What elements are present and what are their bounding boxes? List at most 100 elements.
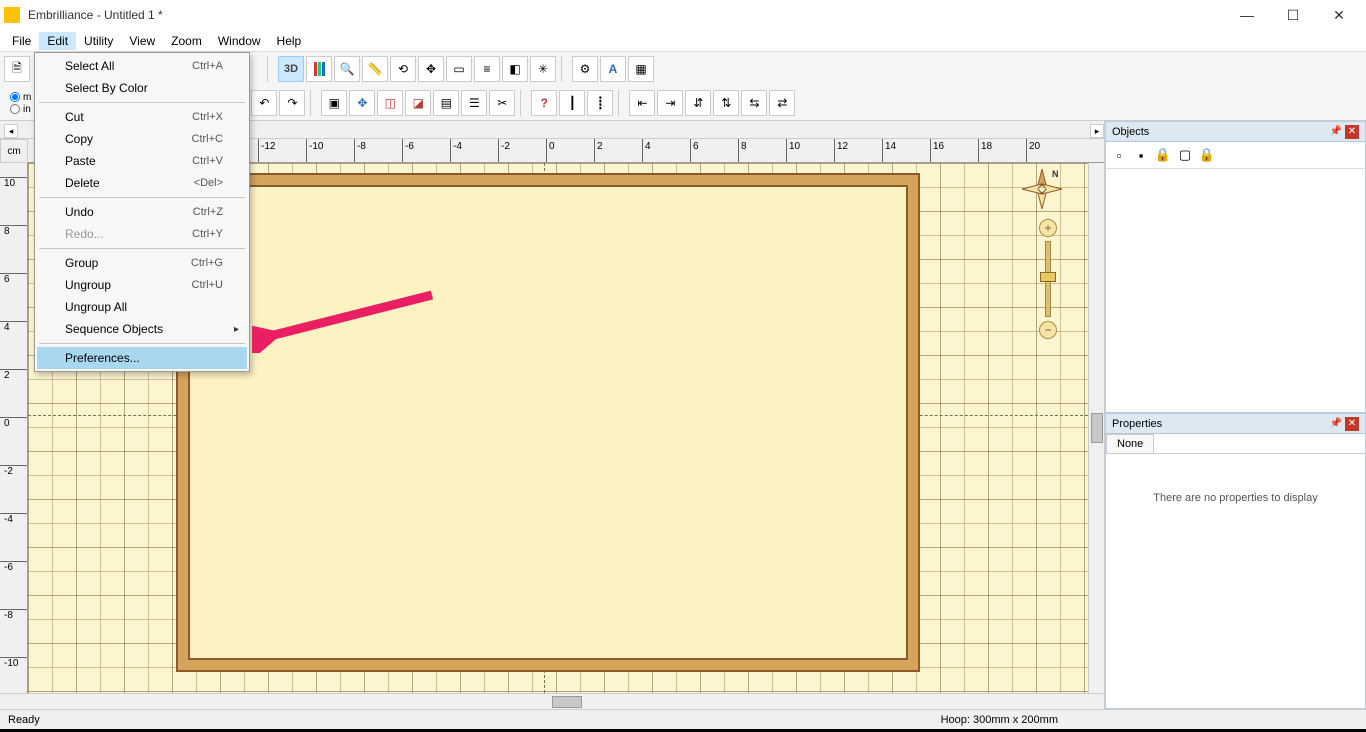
- close-icon[interactable]: ✕: [1345, 417, 1359, 431]
- align-center-icon[interactable]: ▣: [321, 90, 347, 116]
- mode-radio-1[interactable]: m: [10, 92, 31, 103]
- vscroll-thumb[interactable]: [1091, 413, 1103, 443]
- horizontal-scrollbar[interactable]: [0, 693, 1104, 709]
- menu-item-delete[interactable]: Delete<Del>: [37, 172, 247, 194]
- menu-item-copy[interactable]: CopyCtrl+C: [37, 128, 247, 150]
- snap-v-icon[interactable]: ⇥: [657, 90, 683, 116]
- mode-radio-2[interactable]: in: [10, 104, 31, 115]
- objects-toolbar: ▫ ▪ 🔒 ▢ 🔒: [1106, 142, 1365, 169]
- menu-help[interactable]: Help: [269, 32, 310, 50]
- menu-item-shortcut: Ctrl+X: [192, 111, 223, 123]
- zoom-track[interactable]: [1045, 241, 1051, 317]
- redo-icon[interactable]: ↷: [279, 90, 305, 116]
- menu-item-label: Preferences...: [65, 351, 223, 365]
- zoom-handle[interactable]: [1040, 272, 1056, 282]
- snap2-icon[interactable]: ⇅: [713, 90, 739, 116]
- menu-file[interactable]: File: [4, 32, 39, 50]
- menu-item-label: Select By Color: [65, 81, 223, 95]
- close-icon[interactable]: ✕: [1345, 125, 1359, 139]
- close-button[interactable]: ✕: [1316, 0, 1362, 30]
- mode-radio-group: m in: [4, 92, 37, 115]
- obj-tree-icon[interactable]: ▫: [1110, 146, 1128, 164]
- needle2-icon[interactable]: ┋: [587, 90, 613, 116]
- column-icon[interactable]: ≡: [474, 56, 500, 82]
- text-icon[interactable]: A: [600, 56, 626, 82]
- hscroll-thumb[interactable]: [552, 696, 582, 708]
- status-ready: Ready: [8, 714, 941, 726]
- help-icon[interactable]: ?: [531, 90, 557, 116]
- menu-view[interactable]: View: [121, 32, 163, 50]
- undo-icon[interactable]: ↶: [251, 90, 277, 116]
- menu-item-label: Paste: [65, 154, 192, 168]
- objects-panel: Objects 📌 ✕ ▫ ▪ 🔒 ▢ 🔒: [1105, 121, 1366, 413]
- zoom-out-icon[interactable]: −: [1039, 321, 1057, 339]
- ungroup-red-icon[interactable]: ◪: [405, 90, 431, 116]
- fit-icon[interactable]: ✥: [349, 90, 375, 116]
- menu-item-group[interactable]: GroupCtrl+G: [37, 252, 247, 274]
- magnify-icon[interactable]: 🔍: [334, 56, 360, 82]
- menu-item-paste[interactable]: PasteCtrl+V: [37, 150, 247, 172]
- menu-item-label: Copy: [65, 132, 192, 146]
- needle-icon[interactable]: ┃: [559, 90, 585, 116]
- snap4-icon[interactable]: ⇄: [769, 90, 795, 116]
- menu-item-redo: Redo...Ctrl+Y: [37, 223, 247, 245]
- menu-item-undo[interactable]: UndoCtrl+Z: [37, 201, 247, 223]
- menu-item-shortcut: <Del>: [194, 177, 223, 189]
- pin-icon[interactable]: 📌: [1329, 125, 1343, 139]
- menu-item-preferences[interactable]: Preferences...: [37, 347, 247, 369]
- menu-item-label: Delete: [65, 176, 194, 190]
- menu-utility[interactable]: Utility: [76, 32, 121, 50]
- select-icon[interactable]: ✥: [418, 56, 444, 82]
- menu-item-cut[interactable]: CutCtrl+X: [37, 106, 247, 128]
- obj-lock2-icon[interactable]: 🔒: [1198, 146, 1216, 164]
- measure-icon[interactable]: ⟲: [390, 56, 416, 82]
- align-left-icon[interactable]: ▤: [433, 90, 459, 116]
- gear-icon[interactable]: ⚙: [572, 56, 598, 82]
- minimize-button[interactable]: —: [1224, 0, 1270, 30]
- menu-item-shortcut: Ctrl+A: [192, 60, 223, 72]
- obj-grid-icon[interactable]: ▪: [1132, 146, 1150, 164]
- snap-h-icon[interactable]: ⇤: [629, 90, 655, 116]
- menu-item-select-by-color[interactable]: Select By Color: [37, 77, 247, 99]
- properties-tab-none[interactable]: None: [1106, 434, 1154, 453]
- menu-item-shortcut: Ctrl+Y: [192, 228, 223, 240]
- objects-list[interactable]: [1106, 169, 1365, 412]
- menu-zoom[interactable]: Zoom: [163, 32, 210, 50]
- zoom-in-icon[interactable]: +: [1039, 219, 1057, 237]
- obj-lock1-icon[interactable]: 🔒: [1154, 146, 1172, 164]
- tab-prev-icon[interactable]: ◂: [4, 124, 18, 138]
- compass-icon[interactable]: N: [1020, 167, 1064, 211]
- vertical-scrollbar[interactable]: [1088, 163, 1104, 693]
- menu-item-sequence-objects[interactable]: Sequence Objects: [37, 318, 247, 340]
- zoom-slider[interactable]: + −: [1038, 219, 1058, 339]
- hoop-icon[interactable]: ▭: [446, 56, 472, 82]
- menu-item-ungroup[interactable]: UngroupCtrl+U: [37, 274, 247, 296]
- cut-icon[interactable]: ✂: [489, 90, 515, 116]
- ruler-icon[interactable]: 📏: [362, 56, 388, 82]
- obj-box-icon[interactable]: ▢: [1176, 146, 1194, 164]
- menu-item-label: Select All: [65, 59, 192, 73]
- layout-icon[interactable]: ▦: [628, 56, 654, 82]
- thread-icon[interactable]: ✳: [530, 56, 556, 82]
- colorbars-icon[interactable]: [306, 56, 332, 82]
- rotate-icon[interactable]: ◧: [502, 56, 528, 82]
- ruler-unit[interactable]: cm: [0, 139, 28, 163]
- objects-panel-title: Objects: [1112, 126, 1327, 138]
- menu-edit[interactable]: Edit: [39, 32, 76, 50]
- new-icon[interactable]: 🗎: [4, 56, 30, 82]
- mirror-icon[interactable]: ⇵: [685, 90, 711, 116]
- properties-panel-title: Properties: [1112, 418, 1327, 430]
- menu-window[interactable]: Window: [210, 32, 269, 50]
- maximize-button[interactable]: ☐: [1270, 0, 1316, 30]
- menu-item-ungroup-all[interactable]: Ungroup All: [37, 296, 247, 318]
- group-red-icon[interactable]: ◫: [377, 90, 403, 116]
- status-bar: Ready Hoop: 300mm x 200mm: [0, 709, 1366, 729]
- align-list-icon[interactable]: ☰: [461, 90, 487, 116]
- menu-item-shortcut: Ctrl+V: [192, 155, 223, 167]
- menu-item-select-all[interactable]: Select AllCtrl+A: [37, 55, 247, 77]
- menu-item-label: Undo: [65, 205, 193, 219]
- pin-icon[interactable]: 📌: [1329, 417, 1343, 431]
- view3d-icon[interactable]: 3D: [278, 56, 304, 82]
- tab-next-icon[interactable]: ▸: [1090, 124, 1104, 138]
- snap3-icon[interactable]: ⇆: [741, 90, 767, 116]
